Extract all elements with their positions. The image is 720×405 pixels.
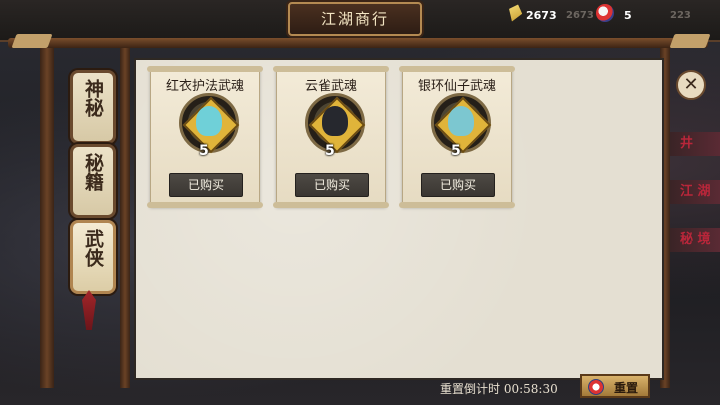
item-portrait [305,93,366,154]
left-rail [40,48,54,388]
page-title: 江湖商行 [320,10,389,28]
purchased-button[interactable]: 已购买 [295,173,369,197]
ticket-icon [596,4,614,22]
character-figure [322,106,348,136]
shop-item-card[interactable]: 红衣护法武魂 5 已购买 [147,66,263,208]
beam-end-right [669,34,711,48]
side-menu-jianghu[interactable]: 江 湖 [670,180,720,204]
gold-amount-shadow: 2673 [566,10,594,21]
side-menu-well[interactable]: 井 [670,132,720,156]
reset-countdown-label: 重置倒计时 [440,382,501,396]
item-portrait [431,93,492,154]
header-beam [8,38,708,48]
top-bar: 江湖商行 2673 2673 5 223 [0,0,720,42]
character-figure [448,106,474,136]
item-count: 5 [325,143,335,159]
ticket-icon [588,379,604,395]
item-count: 5 [199,143,209,159]
ticket-amount-shadow: 223 [670,10,691,21]
item-name: 银环仙子武魂 [417,79,496,94]
reset-button[interactable]: 重置 [580,374,650,398]
purchased-button[interactable]: 已购买 [169,173,243,197]
panel-rail-left [120,48,130,388]
title-plaque: 江湖商行 [288,2,422,36]
shop-item-card[interactable]: 云雀武魂 5 已购买 [273,66,389,208]
tab-label: 秘籍 [82,153,104,191]
gold-amount: 2673 [526,9,557,22]
shop-panel: 红衣护法武魂 5 已购买 云雀武魂 5 已购买 银环仙子武魂 5 已购买 [134,58,664,380]
tab-secret-books[interactable]: 秘籍 [70,144,116,218]
purchased-button[interactable]: 已购买 [421,173,495,197]
gold-gem-icon [505,2,524,24]
reset-countdown: 重置倒计时 00:58:30 [440,380,558,397]
tab-mystery[interactable]: 神秘 [70,70,116,144]
close-button[interactable]: ✕ [676,70,706,100]
reset-button-label: 重置 [613,381,638,395]
tab-label: 武侠 [82,229,104,267]
beam-end-left [11,34,53,48]
item-portrait [179,93,240,154]
reset-countdown-time: 00:58:30 [503,382,558,396]
shop-item-card[interactable]: 银环仙子武魂 5 已购买 [399,66,515,208]
side-menu-secret-realm[interactable]: 秘 境 [670,228,720,252]
item-name: 红衣护法武魂 [165,79,244,94]
character-figure [196,106,222,136]
item-name: 云雀武魂 [304,79,357,94]
ticket-amount: 5 [624,9,632,22]
item-count: 5 [451,143,461,159]
tab-wuxia[interactable]: 武侠 [70,220,116,294]
tab-label: 神秘 [82,79,104,117]
